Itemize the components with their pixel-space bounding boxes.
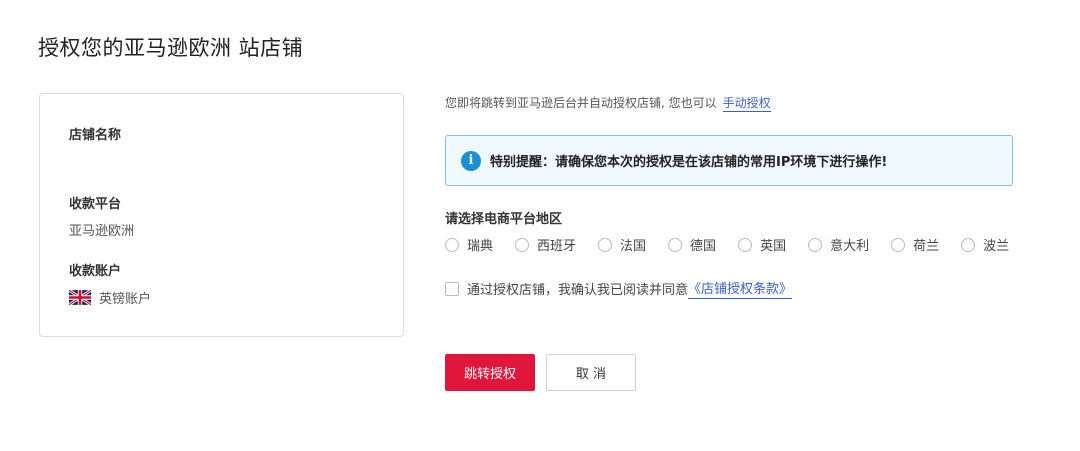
store-name-label: 店铺名称	[69, 128, 122, 143]
platform-label: 收款平台	[69, 197, 122, 212]
region-option-france[interactable]: 法国	[598, 235, 646, 254]
region-option-label: 瑞典	[467, 239, 494, 254]
agreement-row: 通过授权店铺，我确认我已阅读并同意 《店铺授权条款》	[445, 278, 793, 299]
terms-link[interactable]: 《店铺授权条款》	[688, 278, 793, 299]
notice-box: i 特别提醒：请确保您本次的授权是在该店铺的常用IP环境下进行操作!	[445, 135, 1013, 186]
jump-authorize-button[interactable]: 跳转授权	[445, 354, 535, 391]
region-option-poland[interactable]: 波兰	[961, 235, 1009, 254]
region-option-uk[interactable]: 英国	[738, 235, 786, 254]
notice-text: 特别提醒：请确保您本次的授权是在该店铺的常用IP环境下进行操作!	[490, 155, 888, 170]
platform-value: 亚马逊欧洲	[69, 224, 135, 239]
agreement-checkbox[interactable]	[445, 281, 459, 296]
page-title: 授权您的亚马逊欧洲 站店铺	[38, 36, 304, 60]
uk-flag-icon	[68, 288, 92, 307]
region-option-label: 英国	[760, 239, 787, 254]
region-option-netherlands[interactable]: 荷兰	[891, 235, 939, 254]
cancel-button[interactable]: 取 消	[546, 354, 636, 391]
region-option-label: 波兰	[983, 239, 1010, 254]
radio-circle[interactable]	[961, 237, 976, 252]
intro-text: 您即将跳转到亚马逊后台并自动授权店铺, 您也可以	[445, 96, 717, 110]
account-row: 英镑账户	[68, 288, 152, 307]
account-value: 英镑账户	[99, 292, 152, 307]
radio-circle[interactable]	[808, 237, 823, 252]
agreement-text: 通过授权店铺，我确认我已阅读并同意	[467, 283, 689, 298]
region-label: 请选择电商平台地区	[445, 212, 563, 227]
manual-auth-link[interactable]: 手动授权	[722, 96, 771, 112]
region-option-label: 荷兰	[913, 239, 940, 254]
region-radio-group: 瑞典 西班牙 法国 德国 英国 意大利 荷兰 波兰	[445, 235, 1009, 254]
region-option-spain[interactable]: 西班牙	[515, 235, 576, 254]
region-option-italy[interactable]: 意大利	[808, 235, 869, 254]
radio-circle[interactable]	[891, 237, 906, 252]
region-option-label: 法国	[620, 239, 647, 254]
region-option-germany[interactable]: 德国	[668, 235, 716, 254]
intro-line: 您即将跳转到亚马逊后台并自动授权店铺, 您也可以 手动授权	[445, 94, 771, 112]
region-option-label: 德国	[690, 239, 717, 254]
region-option-label: 意大利	[830, 239, 870, 254]
radio-circle[interactable]	[515, 237, 530, 252]
radio-circle[interactable]	[598, 237, 613, 252]
info-icon: i	[461, 150, 481, 171]
store-info-card: 店铺名称 收款平台 亚马逊欧洲 收款账户 英镑账户	[39, 93, 404, 337]
radio-circle[interactable]	[445, 237, 459, 252]
account-label: 收款账户	[69, 264, 122, 279]
radio-circle[interactable]	[668, 237, 683, 252]
radio-circle[interactable]	[738, 237, 753, 252]
region-option-sweden[interactable]: 瑞典	[445, 235, 493, 254]
region-option-label: 西班牙	[537, 239, 577, 254]
